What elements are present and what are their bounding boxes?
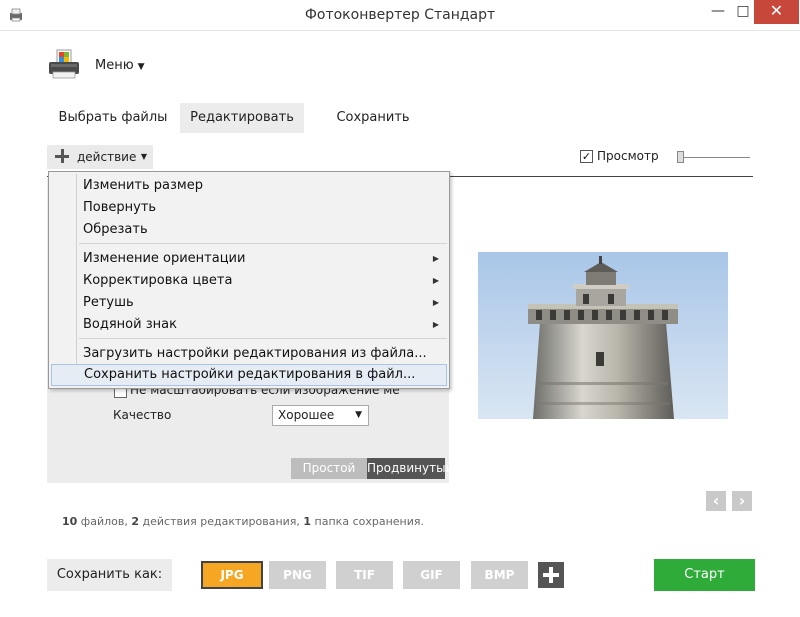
previous-image-button[interactable]: ‹ [706, 491, 726, 511]
format-tif-button[interactable]: TIF [336, 561, 393, 589]
mode-simple-button[interactable]: Простой [291, 458, 367, 479]
quality-value: Хорошее [278, 408, 335, 422]
menu-item-label: Водяной знак [83, 317, 177, 332]
tab-edit[interactable]: Редактировать [180, 103, 304, 133]
menu-item-resize[interactable]: Изменить размер [79, 175, 447, 197]
maximize-button[interactable]: □ [731, 0, 755, 24]
action-dropdown-menu: Изменить размер Повернуть Обрезать Измен… [48, 171, 450, 389]
zoom-slider-track[interactable] [680, 157, 750, 158]
main-menu-button[interactable]: Меню ▼ [95, 58, 145, 73]
menu-item-label: Изменение ориентации [83, 251, 246, 266]
chevron-down-icon: ▼ [140, 152, 147, 161]
next-image-button[interactable]: › [732, 491, 752, 511]
printer-logo-icon [49, 49, 79, 79]
add-action-button[interactable]: действие ▼ [47, 145, 153, 169]
menu-separator [79, 243, 447, 244]
window-title: Фотоконвертер Стандарт [304, 7, 496, 23]
actions-count: 2 [131, 515, 139, 528]
files-count: 10 [62, 515, 78, 528]
main-menu-label: Меню [95, 58, 134, 73]
chevron-down-icon: ▼ [137, 62, 145, 72]
zoom-slider-thumb[interactable] [677, 151, 684, 163]
format-bmp-button[interactable]: BMP [471, 561, 528, 589]
format-jpg-button[interactable]: JPG [201, 561, 263, 589]
menu-item-rotate[interactable]: Повернуть [79, 197, 447, 219]
quality-label: Качество [113, 408, 172, 422]
chevron-right-icon: ▶ [432, 254, 439, 263]
menu-item-label: Загрузить настройки редактирования из фа… [83, 346, 427, 361]
menu-item-retouch[interactable]: Ретушь ▶ [79, 292, 447, 314]
mode-advanced-button[interactable]: Продвинутый [367, 458, 453, 479]
format-gif-button[interactable]: GIF [403, 561, 460, 589]
chevron-right-icon: ▶ [432, 320, 439, 329]
plus-icon [55, 149, 69, 163]
close-button[interactable]: ✕ [754, 0, 799, 24]
summary-status: 10 файлов, 2 действия редактирования, 1 … [62, 515, 424, 528]
menu-item-label: Изменить размер [83, 178, 203, 193]
files-text: файлов, [77, 515, 132, 528]
tab-save[interactable]: Сохранить [305, 103, 441, 133]
preview-image [478, 252, 728, 419]
menu-item-label: Обрезать [83, 222, 148, 237]
title-bar: Фотоконвертер Стандарт — □ ✕ [0, 0, 800, 31]
add-action-label: действие [77, 150, 137, 164]
save-as-label: Сохранить как: [47, 559, 172, 591]
menu-item-watermark[interactable]: Водяной знак ▶ [79, 314, 447, 336]
folders-count: 1 [303, 515, 312, 528]
menu-item-load-settings[interactable]: Загрузить настройки редактирования из фа… [79, 343, 447, 365]
menu-item-crop[interactable]: Обрезать [79, 219, 447, 241]
menu-item-orientation[interactable]: Изменение ориентации ▶ [79, 248, 447, 270]
start-button[interactable]: Старт [654, 559, 755, 591]
tab-select-files[interactable]: Выбрать файлы [47, 103, 179, 133]
menu-item-save-settings[interactable]: Сохранить настройки редактирования в фай… [51, 364, 447, 386]
menu-gutter [76, 174, 77, 386]
menu-item-label: Повернуть [83, 200, 157, 215]
add-format-button[interactable] [538, 562, 564, 588]
format-png-button[interactable]: PNG [269, 561, 326, 589]
menu-item-label: Сохранить настройки редактирования в фай… [84, 367, 416, 382]
chevron-right-icon: ▶ [432, 298, 439, 307]
preview-checkbox[interactable]: ✓ [580, 150, 593, 163]
chevron-down-icon: ▼ [355, 410, 362, 420]
menu-separator [79, 338, 447, 339]
quality-select[interactable]: Хорошее ▼ [272, 405, 369, 426]
menu-item-label: Корректировка цвета [83, 273, 233, 288]
menu-item-label: Ретушь [83, 295, 134, 310]
menu-item-color-correction[interactable]: Корректировка цвета ▶ [79, 270, 447, 292]
chevron-right-icon: ▶ [432, 276, 439, 285]
folders-text: папка сохранения. [311, 515, 424, 528]
preview-label: Просмотр [597, 149, 659, 163]
actions-text: действия редактирования, [139, 515, 304, 528]
minimize-button[interactable]: — [704, 0, 732, 24]
